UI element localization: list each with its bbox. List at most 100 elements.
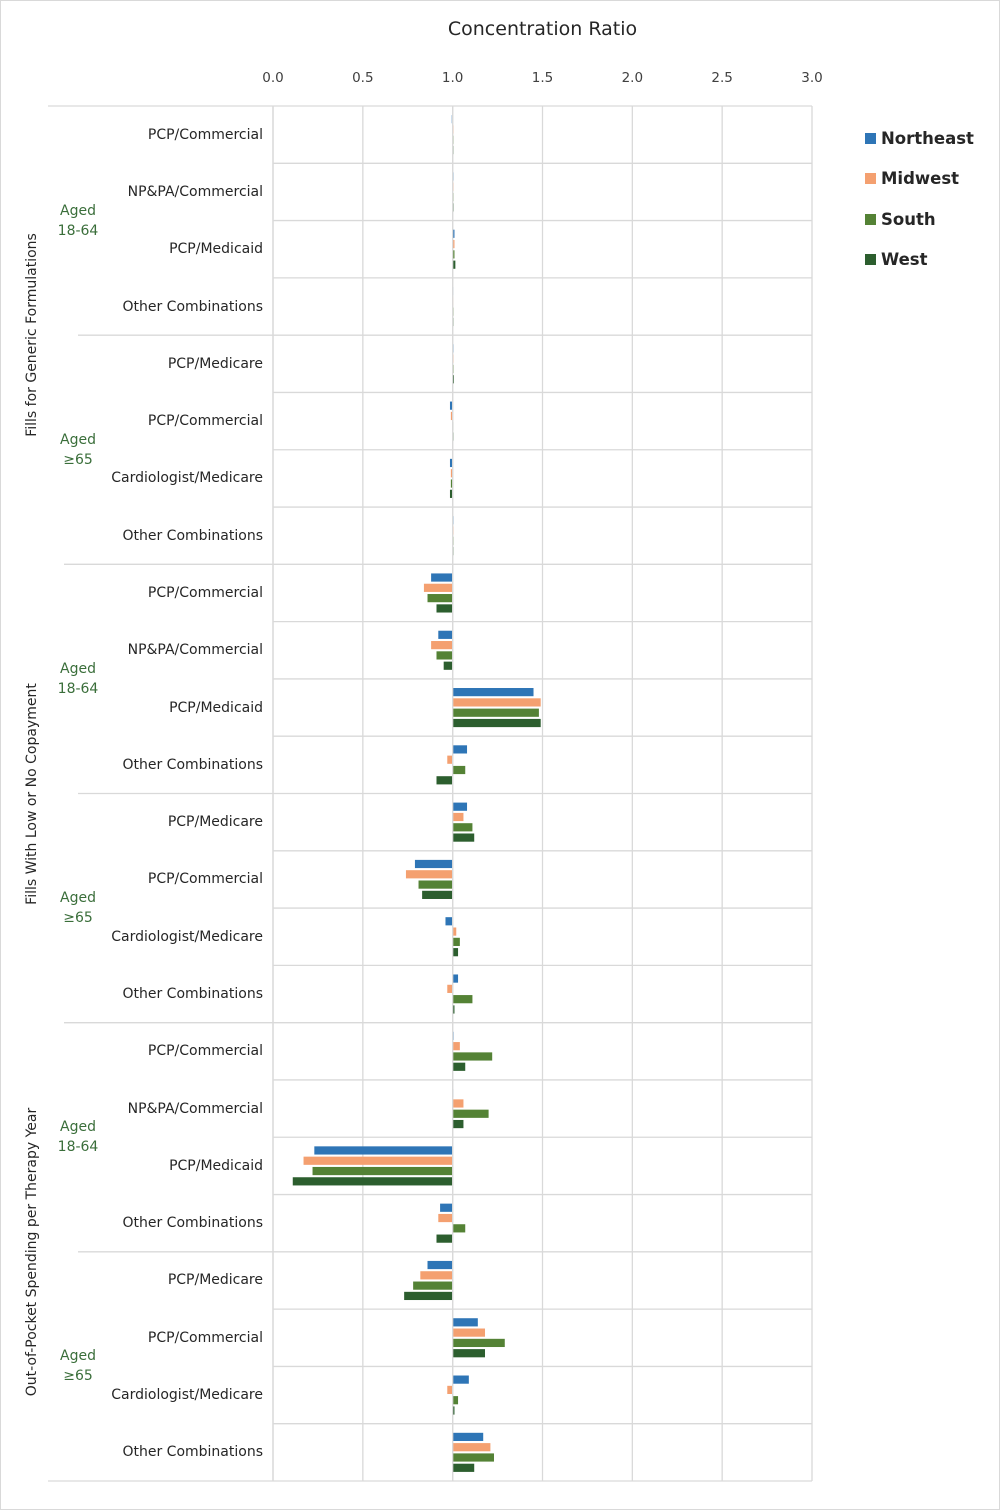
- bar-midwest: [447, 984, 453, 993]
- bar-west: [436, 1234, 453, 1243]
- legend: Northeast Midwest South West: [865, 118, 974, 280]
- bar-west: [452, 833, 475, 842]
- group-label-line2: ≥65: [63, 1368, 93, 1385]
- bar-south: [452, 995, 473, 1004]
- bar-south: [413, 1281, 453, 1290]
- category-label: PCP/Commercial: [147, 413, 263, 430]
- category-label: Other Combinations: [122, 298, 263, 315]
- group-label: Aged ≥65: [48, 1346, 108, 1386]
- group-label-line1: Aged: [60, 202, 96, 219]
- bar-south: [427, 594, 453, 603]
- group-label-line2: 18-64: [57, 1139, 99, 1156]
- legend-item-south: South: [865, 199, 974, 240]
- category-label: Cardiologist/Medicare: [111, 470, 263, 487]
- legend-item-northeast: Northeast: [865, 118, 974, 159]
- bar-midwest: [431, 641, 453, 650]
- bar-south: [452, 1396, 459, 1405]
- group-label-line1: Aged: [60, 1348, 96, 1365]
- category-label: PCP/Commercial: [147, 584, 263, 601]
- group-label: Aged 18-64: [48, 659, 108, 699]
- bar-northeast: [445, 917, 453, 926]
- legend-label-midwest: Midwest: [881, 169, 960, 189]
- bar-northeast: [452, 1318, 478, 1327]
- group-label-line2: ≥65: [63, 451, 93, 468]
- bar-midwest: [452, 812, 464, 822]
- category-label: NP&PA/Commercial: [127, 183, 263, 200]
- section-label: Out-of-Pocket Spending per Therapy Year: [24, 1107, 40, 1397]
- bar-northeast: [438, 630, 453, 639]
- bar-south: [418, 880, 453, 889]
- category-label: PCP/Medicaid: [169, 241, 263, 258]
- category-label: Other Combinations: [122, 756, 263, 773]
- section-label: Fills for Generic Formulations: [24, 233, 40, 437]
- bar-northeast: [452, 1375, 469, 1384]
- bar-northeast: [414, 859, 453, 869]
- bar-northeast: [431, 573, 453, 582]
- category-label: PCP/Medicare: [167, 355, 263, 372]
- legend-label-west: West: [881, 250, 928, 270]
- category-label: Other Combinations: [122, 527, 263, 544]
- bar-northeast: [452, 974, 459, 983]
- group-label-line2: ≥65: [63, 910, 93, 927]
- bar-northeast: [452, 1432, 484, 1442]
- bar-midwest: [452, 698, 541, 707]
- bar-south: [452, 1052, 493, 1061]
- bar-south: [436, 651, 453, 660]
- category-label: Other Combinations: [122, 1444, 263, 1461]
- group-label-line2: 18-64: [57, 680, 99, 697]
- legend-swatch-northeast: [865, 132, 876, 144]
- bar-northeast: [440, 1203, 453, 1212]
- bar-midwest: [447, 1385, 453, 1395]
- category-label: Cardiologist/Medicare: [111, 928, 263, 945]
- bar-northeast: [452, 802, 468, 811]
- category-label: PCP/Medicare: [167, 814, 263, 831]
- bar-midwest: [405, 870, 453, 879]
- legend-item-midwest: Midwest: [865, 159, 974, 200]
- group-label-line1: Aged: [60, 1119, 96, 1136]
- bar-midwest: [420, 1271, 453, 1280]
- bar-northeast: [452, 745, 468, 754]
- category-label: PCP/Medicaid: [169, 1157, 263, 1174]
- bar-south: [452, 1453, 494, 1462]
- bar-west: [452, 1062, 466, 1071]
- category-label: PCP/Commercial: [147, 871, 263, 888]
- category-label: PCP/Medicare: [167, 1272, 263, 1289]
- group-label: Aged 18-64: [48, 201, 108, 241]
- bar-northeast: [452, 688, 534, 697]
- bar-south: [452, 1109, 489, 1118]
- section-label: Fills With Low or No Copayment: [24, 682, 40, 905]
- category-label: PCP/Commercial: [147, 1329, 263, 1346]
- bar-northeast: [314, 1146, 453, 1155]
- bar-south: [452, 1338, 505, 1348]
- category-label: NP&PA/Commercial: [127, 642, 263, 659]
- bar-south: [452, 765, 466, 775]
- bar-west: [404, 1291, 453, 1301]
- bar-south: [452, 1224, 466, 1233]
- bar-west: [452, 1349, 486, 1358]
- legend-item-west: West: [865, 240, 974, 281]
- group-label-line1: Aged: [60, 890, 96, 907]
- plot-area: [48, 105, 813, 1482]
- bar-west: [452, 948, 459, 957]
- bar-midwest: [438, 1213, 453, 1223]
- category-label: PCP/Commercial: [147, 1043, 263, 1060]
- bar-west: [436, 604, 453, 613]
- bar-west: [443, 661, 453, 670]
- category-label: Other Combinations: [122, 986, 263, 1003]
- legend-label-northeast: Northeast: [881, 128, 974, 148]
- legend-swatch-midwest: [865, 173, 876, 185]
- bar-west: [452, 1119, 464, 1129]
- category-label: PCP/Commercial: [147, 126, 263, 143]
- legend-swatch-south: [865, 213, 876, 225]
- group-label: Aged ≥65: [48, 888, 108, 928]
- category-label: Cardiologist/Medicare: [111, 1387, 263, 1404]
- bar-midwest: [303, 1156, 453, 1165]
- bar-midwest: [452, 1042, 460, 1051]
- bar-south: [452, 708, 539, 717]
- group-label-line1: Aged: [60, 431, 96, 448]
- bar-west: [436, 776, 453, 785]
- bar-midwest: [447, 755, 453, 764]
- group-label-line1: Aged: [60, 660, 96, 677]
- bar-midwest: [452, 1443, 491, 1452]
- group-label: Aged 18-64: [48, 1117, 108, 1157]
